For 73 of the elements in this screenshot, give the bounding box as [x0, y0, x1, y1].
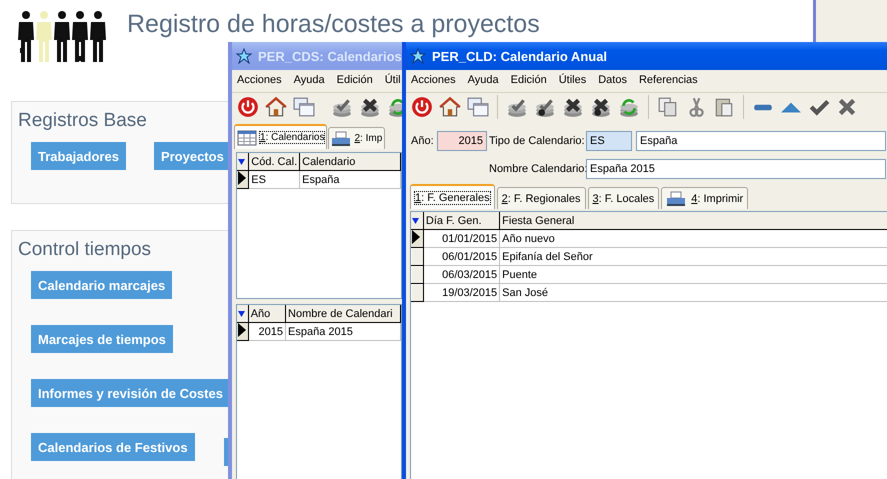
sort-icon[interactable]	[238, 158, 245, 164]
app-icon	[410, 48, 426, 64]
column-header[interactable]: Año	[248, 305, 286, 322]
database-delete-icon[interactable]	[562, 96, 584, 118]
page-title: Registro de horas/costes a proyectos	[127, 10, 540, 39]
menu-item[interactable]: Edición	[336, 74, 373, 88]
printer-icon	[666, 190, 686, 206]
table-cell: San José	[500, 284, 887, 302]
menu-item[interactable]: Edición	[510, 74, 547, 88]
menu-item[interactable]: Útiles	[558, 74, 586, 88]
power-icon[interactable]	[237, 96, 259, 118]
row-indicator[interactable]	[237, 322, 248, 340]
home-icon[interactable]	[439, 96, 461, 118]
input-field[interactable]: España 2015	[586, 159, 886, 179]
windows-icon[interactable]	[293, 96, 315, 118]
table-cell: España	[300, 170, 400, 188]
paste-icon[interactable]	[713, 96, 735, 118]
column-header[interactable]: Día F. Gen.	[423, 212, 500, 230]
sort-icon[interactable]	[238, 310, 245, 316]
database-user-delete-icon[interactable]	[590, 96, 612, 118]
column-header[interactable]: Calendario	[300, 153, 400, 170]
table-cell: 06/01/2015	[423, 248, 500, 266]
database-delete-icon[interactable]	[359, 96, 381, 118]
table-cell: Puente	[500, 266, 887, 284]
copy-icon[interactable]	[657, 96, 679, 118]
menu-item[interactable]: Datos	[598, 74, 627, 88]
table-cell: 06/03/2015	[423, 266, 500, 284]
row-indicator[interactable]	[411, 266, 424, 284]
section-title: Control tiempos	[18, 239, 152, 260]
cancel-icon[interactable]	[836, 96, 858, 118]
row-indicator[interactable]	[411, 230, 424, 248]
menu-item[interactable]: Acciones	[411, 74, 456, 88]
input-field[interactable]: ES	[586, 131, 632, 151]
column-header[interactable]: Fiesta General	[500, 212, 887, 230]
app-icon	[236, 48, 252, 64]
menu-item[interactable]: Ayuda	[294, 74, 325, 88]
power-icon[interactable]	[411, 96, 433, 118]
printer-icon	[331, 130, 352, 146]
table-icon	[237, 130, 257, 146]
table-cell: Epifanía del Señor	[500, 248, 887, 266]
field-label: Año:	[411, 135, 435, 147]
tab[interactable]: 1: F. Generales	[410, 184, 495, 209]
table-cell: Año nuevo	[500, 230, 887, 248]
tab[interactable]: 2: F. Regionales	[496, 187, 586, 209]
field-label: Tipo de Calendario:	[489, 135, 586, 147]
menu-item[interactable]: Útil	[384, 74, 401, 88]
column-header[interactable]: Nombre de Calendari	[286, 305, 400, 322]
row-indicator[interactable]	[411, 284, 424, 302]
tab[interactable]: 2: Imp	[328, 127, 386, 149]
table-cell: España 2015	[286, 322, 400, 340]
menu-item[interactable]: Acciones	[237, 74, 282, 88]
window-title: PER_CDS: Calendarios	[258, 48, 402, 64]
windows-icon[interactable]	[467, 96, 489, 118]
tab[interactable]: 1: Calendarios	[234, 124, 328, 149]
input-field[interactable]: España	[636, 131, 886, 151]
field-label: Nombre Calendario:	[489, 163, 586, 175]
menu-item[interactable]: Referencias	[638, 74, 698, 88]
section-title: Registros Base	[18, 110, 147, 131]
menu-item[interactable]: Ayuda	[468, 74, 499, 88]
window-title: PER_CLD: Calendario Anual	[432, 48, 608, 64]
input-field[interactable]: 2015	[437, 131, 487, 151]
table-cell: 2015	[248, 322, 286, 340]
tab[interactable]: 3: F. Locales	[588, 187, 660, 209]
table-cell: ES	[248, 170, 300, 188]
refresh-icon[interactable]	[618, 96, 640, 118]
home-icon[interactable]	[265, 96, 287, 118]
table-cell: 19/03/2015	[423, 284, 500, 302]
row-indicator[interactable]	[411, 248, 424, 266]
row-indicator[interactable]	[237, 170, 249, 188]
table-cell: 01/01/2015	[423, 230, 500, 248]
tab[interactable]: 4: Imprimir	[661, 187, 748, 209]
column-header[interactable]: Cód. Cal.	[248, 153, 300, 170]
sort-icon[interactable]	[412, 218, 419, 224]
